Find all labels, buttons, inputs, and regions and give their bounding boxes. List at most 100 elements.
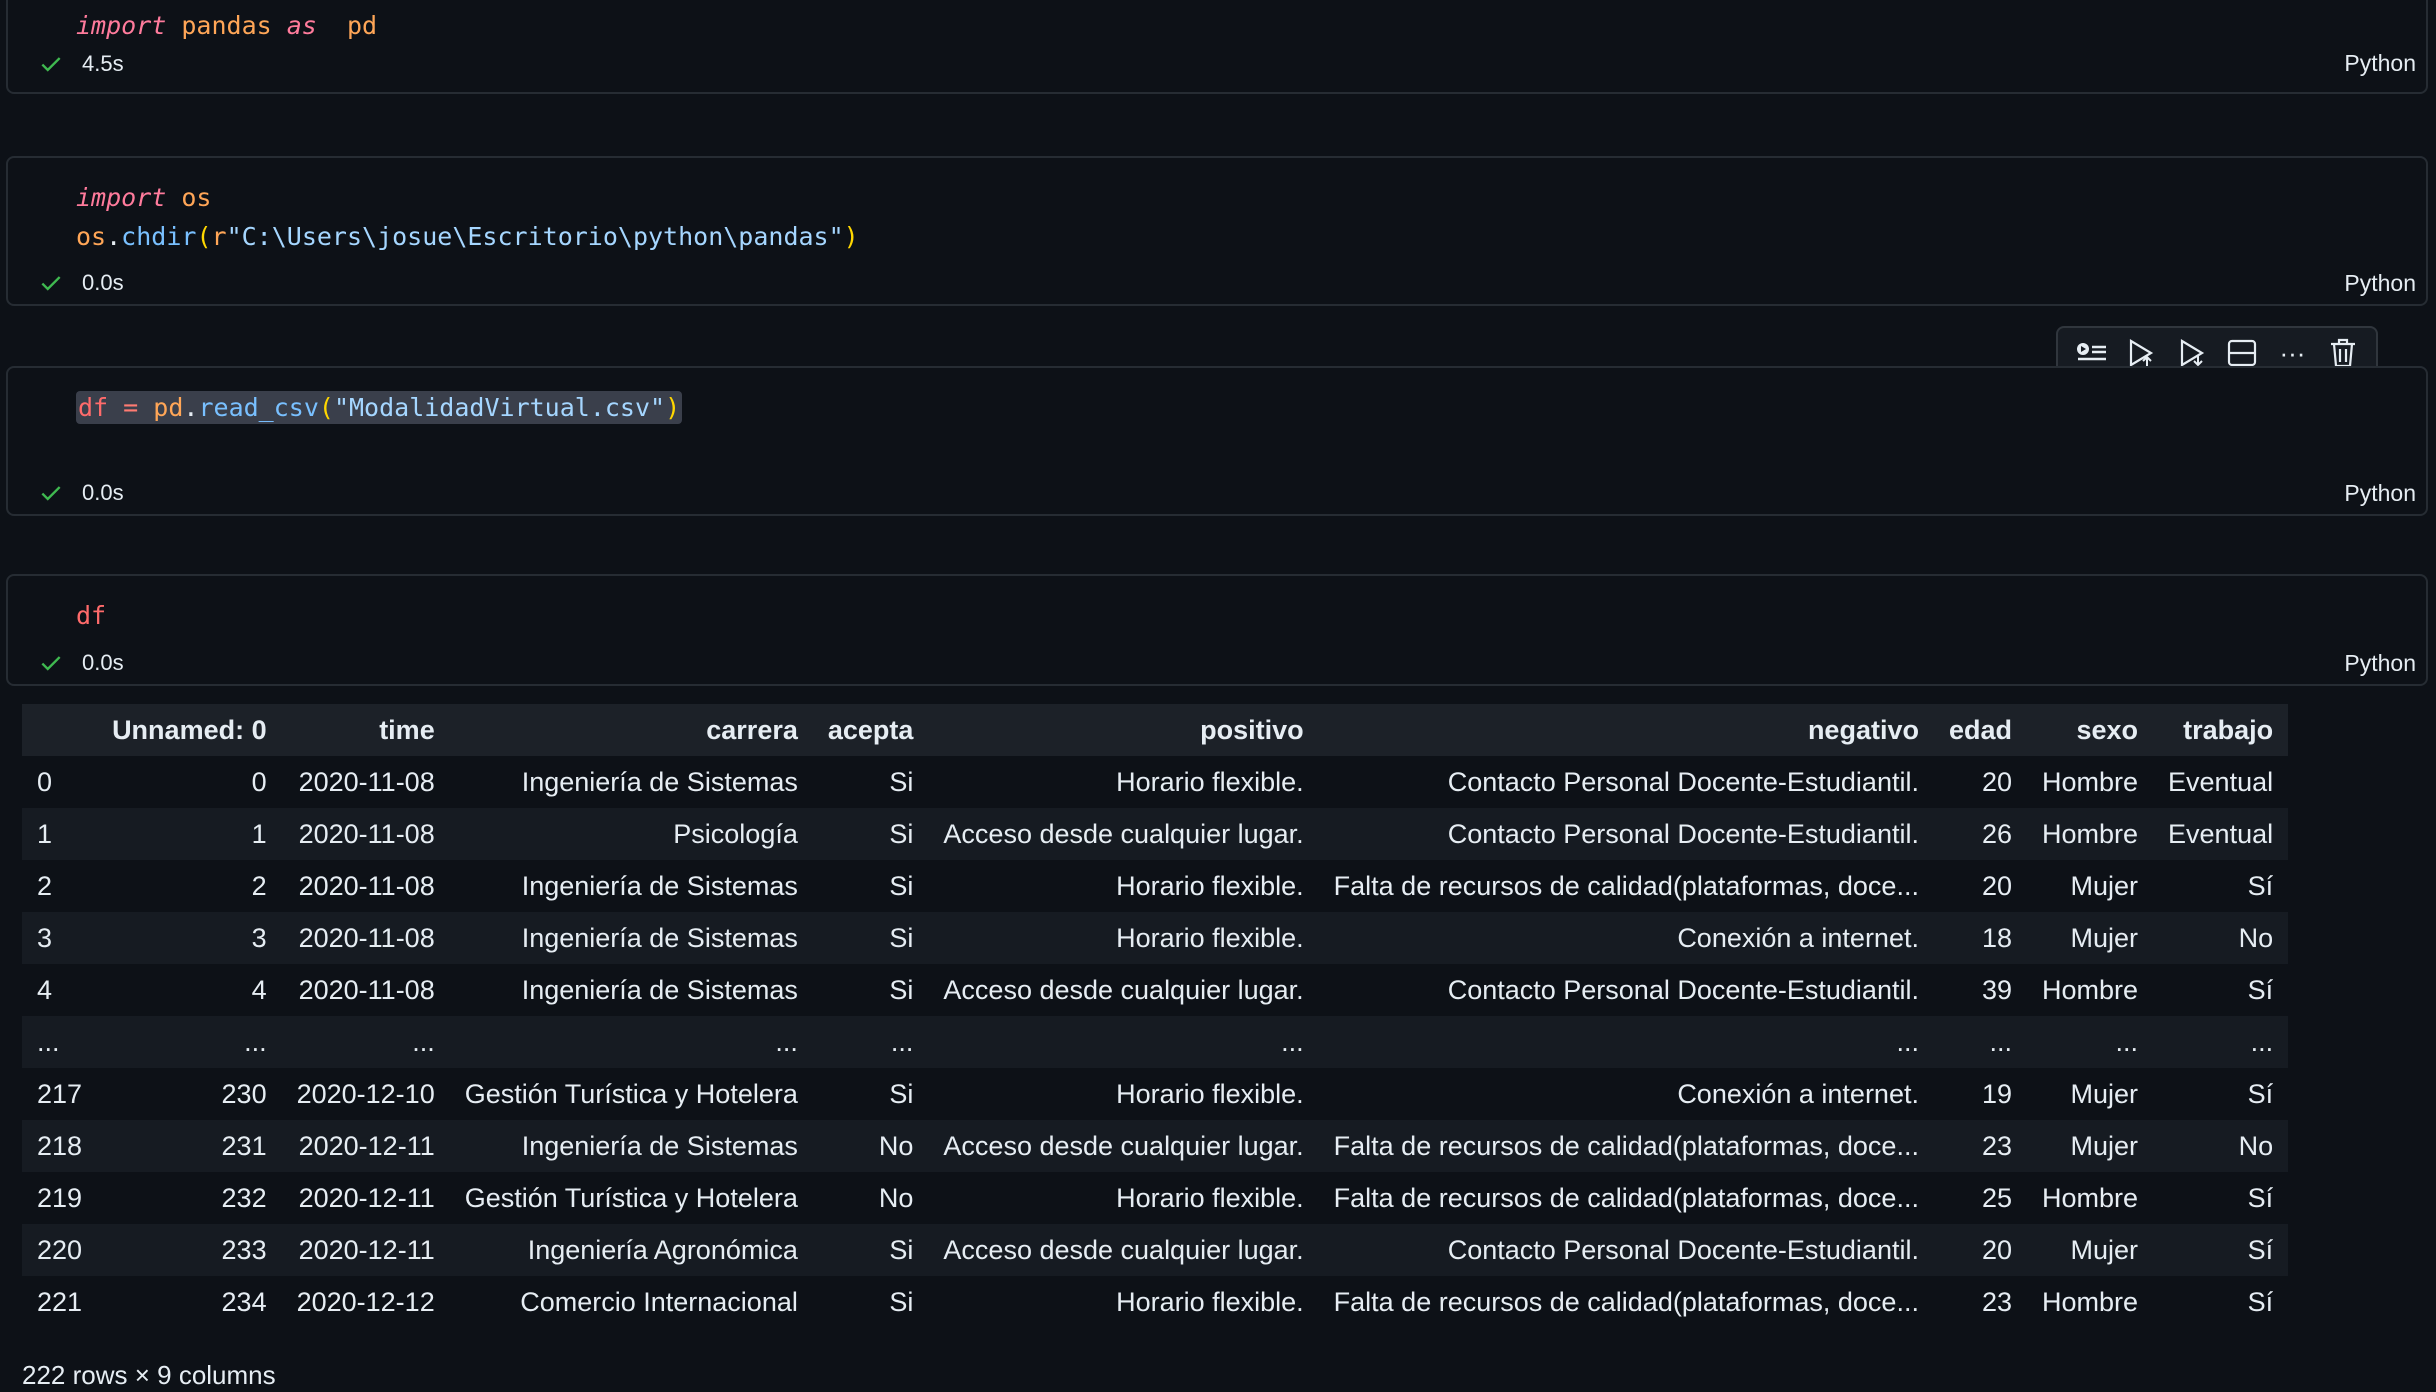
language-label[interactable]: Python (2344, 50, 2416, 77)
table-cell: Ingeniería de Sistemas (449, 912, 813, 964)
keyword-import: import (76, 11, 167, 40)
table-cell: 2020-12-12 (281, 1276, 450, 1328)
table-cell: Falta de recursos de calidad(plataformas… (1318, 1120, 1934, 1172)
table-cell: Gestión Turística y Hotelera (449, 1068, 813, 1120)
row-index: 217 (22, 1068, 98, 1120)
table-cell: Horario flexible. (928, 912, 1319, 964)
column-header: trabajo (2153, 704, 2289, 756)
table-cell: Mujer (2027, 860, 2154, 912)
more-icon: ··· (2279, 337, 2306, 368)
row-index: 2 (22, 860, 98, 912)
variable-df: df (78, 393, 109, 422)
table-cell: Si (812, 860, 929, 912)
table-header-row: Unnamed: 0 time carrera acepta positivo … (22, 704, 2289, 756)
table-cell: 20 (1933, 1224, 2027, 1276)
table-cell: Si (812, 756, 929, 808)
language-label[interactable]: Python (2344, 480, 2416, 507)
chdir-function: chdir (121, 222, 197, 251)
table-row: 221 234 2020-12-12 Comercio Internacional Si… (22, 1276, 2289, 1328)
check-icon (41, 276, 61, 291)
table-row: 218 231 2020-12-11 Ingeniería de Sistemas No… (22, 1120, 2289, 1172)
table-cell: No (812, 1120, 929, 1172)
column-header: negativo (1318, 704, 1934, 756)
table-cell: 2020-11-08 (281, 756, 450, 808)
table-cell: ... (97, 1016, 282, 1068)
row-index: 4 (22, 964, 98, 1016)
table-cell: Si (812, 808, 929, 860)
code-cell-2[interactable]: import os os.chdir(r"C:\Users\josue\Escr… (6, 156, 2428, 306)
table-cell: Sí (2153, 1224, 2289, 1276)
execution-time: 0.0s (82, 270, 124, 295)
cell-3-status: 0.0s (38, 478, 124, 508)
table-cell: Conexión a internet. (1318, 1068, 1934, 1120)
module-name: pandas (181, 11, 272, 40)
table-cell: No (2153, 1120, 2289, 1172)
run-by-line-icon (2077, 343, 2107, 361)
table-cell: 2020-12-11 (281, 1120, 450, 1172)
table-cell: Ingeniería de Sistemas (449, 756, 813, 808)
column-header: carrera (449, 704, 813, 756)
table-cell: Eventual (2153, 808, 2289, 860)
table-cell: Mujer (2027, 1224, 2154, 1276)
delete-icon (2330, 338, 2355, 368)
table-cell: ... (1318, 1016, 1934, 1068)
table-cell: 20 (1933, 860, 2027, 912)
check-icon (41, 656, 61, 671)
code-cell-4[interactable]: df 0.0s Python (6, 574, 2428, 686)
table-cell: 0 (97, 756, 282, 808)
table-cell: ... (812, 1016, 929, 1068)
module-name: os (181, 183, 212, 212)
table-cell: Mujer (2027, 1120, 2154, 1172)
table-cell: 4 (97, 964, 282, 1016)
table-cell: Si (812, 1224, 929, 1276)
table-row: 0 0 2020-11-08 Ingeniería de Sistemas Si Hora… (22, 756, 2289, 808)
os-object: os (76, 222, 107, 251)
language-label[interactable]: Python (2344, 270, 2416, 297)
cell-1-code[interactable]: import pandas as pd (76, 6, 377, 45)
table-cell: ... (2153, 1016, 2289, 1068)
check-icon (41, 57, 61, 72)
table-cell: 2020-12-10 (281, 1068, 450, 1120)
table-cell: 2 (97, 860, 282, 912)
cell-4-status: 0.0s (38, 648, 124, 678)
row-index: 221 (22, 1276, 98, 1328)
table-cell: Ingeniería de Sistemas (449, 1120, 813, 1172)
column-header: acepta (812, 704, 929, 756)
cell-3-code[interactable]: df = pd.read_csv("ModalidadVirtual.csv") (76, 388, 683, 427)
table-cell: ... (1933, 1016, 2027, 1068)
language-label[interactable]: Python (2344, 650, 2416, 677)
execute-below-icon (2180, 339, 2204, 367)
table-row: 217 230 2020-12-10 Gestión Turística y Hote… (22, 1068, 2289, 1120)
execution-time: 4.5s (82, 51, 124, 76)
table-cell: Horario flexible. (928, 756, 1319, 808)
table-cell: 23 (1933, 1120, 2027, 1172)
table-row: 3 3 2020-11-08 Ingeniería de Sistemas Si Hora… (22, 912, 2289, 964)
table-cell: Si (812, 964, 929, 1016)
execute-above-icon (2130, 339, 2154, 367)
pd-object: pd (153, 393, 184, 422)
cell-2-code[interactable]: import os os.chdir(r"C:\Users\josue\Escr… (76, 178, 859, 256)
csv-filename-string: "ModalidadVirtual.csv" (333, 393, 666, 422)
table-cell: Horario flexible. (928, 1276, 1319, 1328)
table-cell: Acceso desde cualquier lugar. (928, 964, 1319, 1016)
code-cell-3[interactable]: df = pd.read_csv("ModalidadVirtual.csv")… (6, 366, 2428, 516)
table-cell: Sí (2153, 964, 2289, 1016)
cell-4-code[interactable]: df (76, 596, 106, 635)
row-index: 1 (22, 808, 98, 860)
table-cell: Si (812, 1068, 929, 1120)
check-icon (41, 486, 61, 501)
table-cell: 230 (97, 1068, 282, 1120)
table-cell: Acceso desde cualquier lugar. (928, 1120, 1319, 1172)
table-cell: Ingeniería Agronómica (449, 1224, 813, 1276)
table-cell: Hombre (2027, 964, 2154, 1016)
table-cell: Ingeniería de Sistemas (449, 964, 813, 1016)
row-index: 0 (22, 756, 98, 808)
table-cell: Gestión Turística y Hotelera (449, 1172, 813, 1224)
row-index: 3 (22, 912, 98, 964)
table-cell: Falta de recursos de calidad(plataformas… (1318, 1276, 1934, 1328)
table-cell: 2020-12-11 (281, 1172, 450, 1224)
table-cell: Horario flexible. (928, 1068, 1319, 1120)
code-cell-1[interactable]: import pandas as pd 4.5s Python (6, 0, 2428, 94)
table-cell: Contacto Personal Docente-Estudiantil. (1318, 1224, 1934, 1276)
table-cell: 20 (1933, 756, 2027, 808)
